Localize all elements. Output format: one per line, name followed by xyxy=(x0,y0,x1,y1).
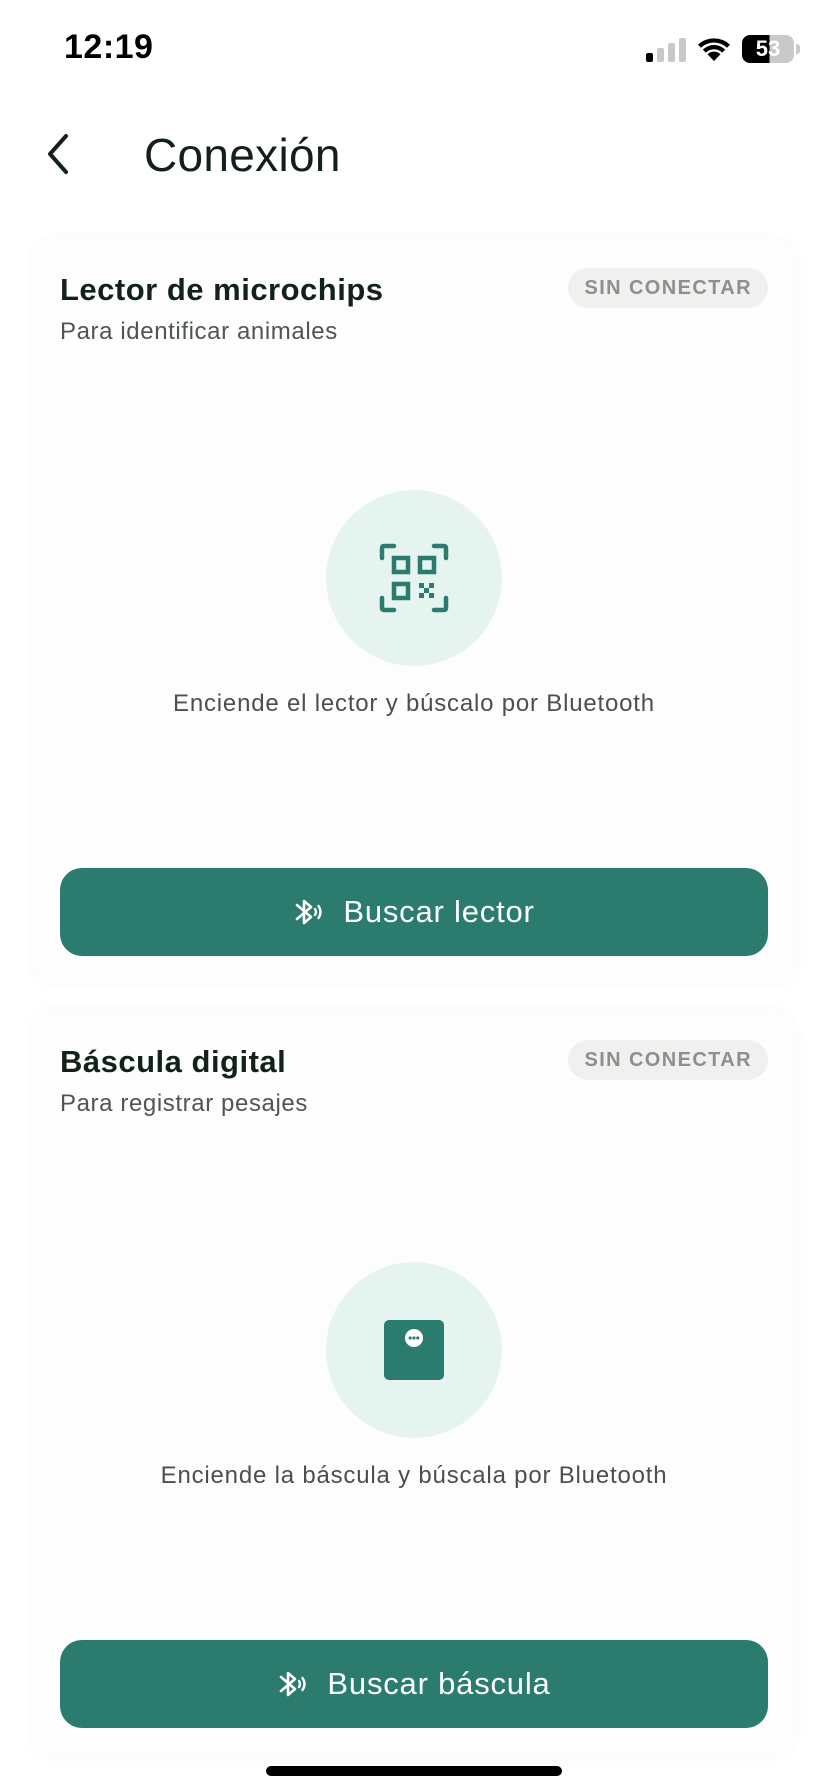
status-bar: 12:19 53 xyxy=(0,0,828,100)
device-icon-circle xyxy=(326,1262,502,1438)
battery-icon: 53 xyxy=(742,35,800,63)
device-icon-circle xyxy=(326,490,502,666)
bluetooth-searching-icon xyxy=(296,899,323,925)
status-time: 12:19 xyxy=(64,28,154,66)
button-label: Buscar lector xyxy=(343,894,535,929)
qr-scan-icon xyxy=(379,543,449,613)
button-label: Buscar báscula xyxy=(327,1666,551,1701)
header: Conexión xyxy=(0,110,828,200)
card-title: Báscula digital xyxy=(60,1044,287,1079)
instruction-text: Enciende la báscula y búscala por Blueto… xyxy=(160,1462,668,1489)
status-badge: SIN CONECTAR xyxy=(568,268,768,308)
search-scale-button[interactable]: Buscar báscula xyxy=(60,1640,768,1728)
card-subtitle: Para registrar pesajes xyxy=(60,1090,308,1117)
back-button[interactable] xyxy=(36,126,80,182)
search-reader-button[interactable]: Buscar lector xyxy=(60,868,768,956)
status-icons: 53 xyxy=(646,34,800,64)
bluetooth-searching-icon xyxy=(280,1671,307,1697)
chevron-left-icon xyxy=(48,134,68,174)
instruction-text: Enciende el lector y búscalo por Bluetoo… xyxy=(173,690,655,717)
wifi-icon xyxy=(698,38,730,61)
home-indicator[interactable] xyxy=(266,1766,562,1776)
digital-scale-card: Báscula digital Para registrar pesajes S… xyxy=(32,1010,796,1756)
status-badge: SIN CONECTAR xyxy=(568,1040,768,1080)
signal-icon xyxy=(646,36,686,62)
card-title: Lector de microchips xyxy=(60,272,384,307)
microchip-reader-card: Lector de microchips Para identificar an… xyxy=(32,238,796,984)
scale-icon xyxy=(384,1320,444,1380)
page-title: Conexión xyxy=(144,129,341,181)
battery-level: 53 xyxy=(755,36,781,61)
card-subtitle: Para identificar animales xyxy=(60,318,338,345)
